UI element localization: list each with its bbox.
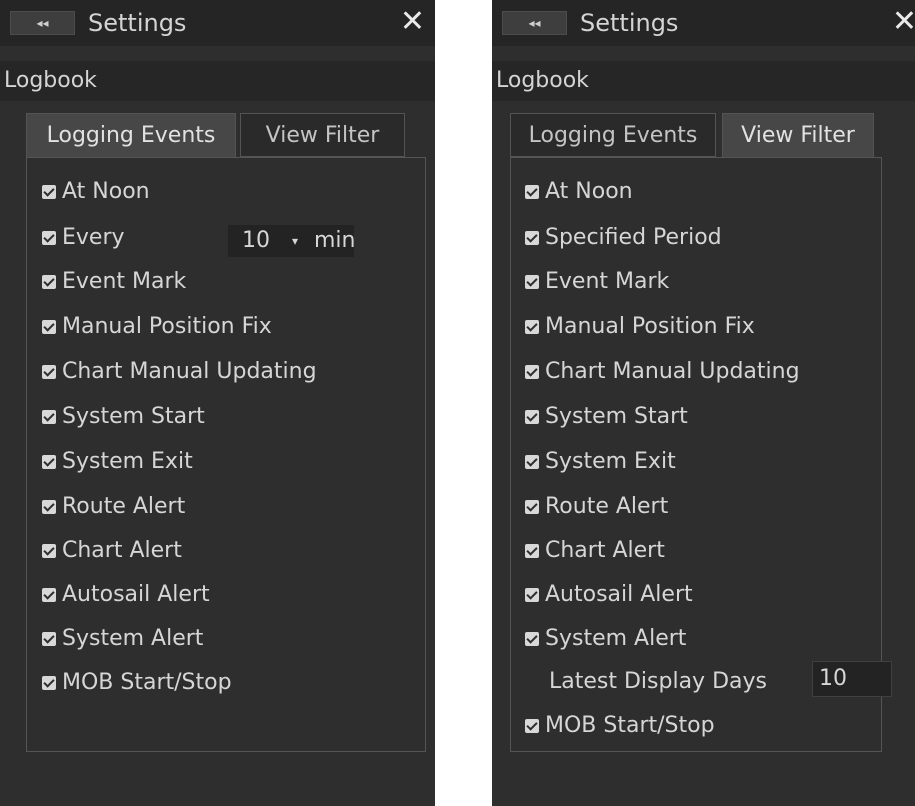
checkbox-row[interactable]: Event Mark <box>525 266 669 298</box>
checkbox-label: Autosail Alert <box>545 582 693 607</box>
collapse-button[interactable]: ◂◂ <box>10 11 75 35</box>
section-header: Logbook <box>0 61 435 101</box>
tab-view-filter[interactable]: View Filter <box>240 113 405 157</box>
section-header: Logbook <box>492 61 915 101</box>
interval-select[interactable]: 10 ▾ min <box>228 225 356 257</box>
checkbox-label: Route Alert <box>62 494 186 519</box>
checkbox-icon[interactable] <box>525 455 539 469</box>
checkbox-icon[interactable] <box>525 185 539 199</box>
settings-panel-logging-events: ◂◂ Settings ✕ Logbook Logging Events Vie… <box>0 0 435 806</box>
interval-unit: min <box>314 228 356 253</box>
checkbox-icon[interactable] <box>525 500 539 514</box>
checkbox-row[interactable]: System Exit <box>525 446 676 478</box>
checkbox-label: Specified Period <box>545 225 722 250</box>
checkbox-label: Chart Alert <box>62 538 182 563</box>
checkbox-row[interactable]: At Noon <box>525 176 633 208</box>
checkbox-label: At Noon <box>62 179 150 204</box>
checkbox-label: System Start <box>545 404 688 429</box>
checkbox-icon[interactable] <box>42 231 56 245</box>
close-icon[interactable]: ✕ <box>892 6 915 38</box>
checkbox-row[interactable]: MOB Start/Stop <box>525 710 715 742</box>
checkbox-label: Chart Manual Updating <box>545 359 800 384</box>
tab-logging-events[interactable]: Logging Events <box>26 113 236 157</box>
checkbox-icon[interactable] <box>42 185 56 199</box>
checkbox-row[interactable]: Autosail Alert <box>42 579 210 611</box>
checkbox-row[interactable]: Autosail Alert <box>525 579 693 611</box>
checkbox-icon[interactable] <box>525 632 539 646</box>
checkbox-label: Autosail Alert <box>62 582 210 607</box>
checkbox-icon[interactable] <box>42 320 56 334</box>
checkbox-label: System Exit <box>62 449 193 474</box>
checkbox-row[interactable]: Chart Alert <box>525 535 665 567</box>
latest-display-days-input[interactable]: 10 <box>812 661 892 697</box>
collapse-button[interactable]: ◂◂ <box>502 11 567 35</box>
checkbox-icon[interactable] <box>525 320 539 334</box>
checkbox-icon[interactable] <box>42 500 56 514</box>
checkbox-icon[interactable] <box>525 231 539 245</box>
panel-title: Settings <box>580 9 679 37</box>
checkbox-label: Event Mark <box>62 269 187 294</box>
tab-view-filter[interactable]: View Filter <box>722 113 874 157</box>
checkbox-row[interactable]: System Alert <box>525 623 686 655</box>
checkbox-label: System Exit <box>545 449 676 474</box>
checkbox-icon[interactable] <box>42 410 56 424</box>
checkbox-icon[interactable] <box>525 719 539 733</box>
checkbox-icon[interactable] <box>42 632 56 646</box>
checkbox-row[interactable]: At Noon <box>42 176 150 208</box>
checkbox-label: System Start <box>62 404 205 429</box>
checkbox-row[interactable]: System Start <box>42 401 205 433</box>
checkbox-label: Event Mark <box>545 269 670 294</box>
checkbox-icon[interactable] <box>42 455 56 469</box>
checkbox-label: At Noon <box>545 179 633 204</box>
checkbox-row[interactable]: Chart Alert <box>42 535 182 567</box>
checkbox-icon[interactable] <box>42 365 56 379</box>
checkbox-row[interactable]: Specified Period <box>525 222 722 254</box>
checkbox-row[interactable]: System Alert <box>42 623 203 655</box>
checkbox-row[interactable]: MOB Start/Stop <box>42 667 232 699</box>
checkbox-label: Chart Alert <box>545 538 665 563</box>
checkbox-label: Chart Manual Updating <box>62 359 317 384</box>
checkbox-label: Every <box>62 225 125 250</box>
chevron-down-icon[interactable]: ▾ <box>292 225 298 257</box>
checkbox-row[interactable]: Chart Manual Updating <box>525 356 800 388</box>
tab-logging-events[interactable]: Logging Events <box>510 113 716 157</box>
close-icon[interactable]: ✕ <box>400 6 425 38</box>
checkbox-row[interactable]: Manual Position Fix <box>525 311 755 343</box>
checkbox-label: MOB Start/Stop <box>545 713 715 738</box>
checkbox-row[interactable]: Route Alert <box>525 491 668 523</box>
checkbox-icon[interactable] <box>525 588 539 602</box>
checkbox-icon[interactable] <box>525 365 539 379</box>
checkbox-icon[interactable] <box>42 275 56 289</box>
checkbox-row[interactable]: Chart Manual Updating <box>42 356 317 388</box>
interval-value: 10 <box>242 228 270 253</box>
panel-title: Settings <box>88 9 187 37</box>
checkbox-row[interactable]: Manual Position Fix <box>42 311 272 343</box>
checkbox-icon[interactable] <box>525 410 539 424</box>
title-bar: ◂◂ Settings ✕ <box>492 0 915 46</box>
checkbox-label: System Alert <box>62 626 204 651</box>
checkbox-label: Manual Position Fix <box>62 314 272 339</box>
checkbox-icon[interactable] <box>42 588 56 602</box>
checkbox-row[interactable]: Event Mark <box>42 266 186 298</box>
checkbox-label: Route Alert <box>545 494 669 519</box>
checkbox-label: System Alert <box>545 626 687 651</box>
checkbox-row[interactable]: Route Alert <box>42 491 185 523</box>
checkbox-label: Manual Position Fix <box>545 314 755 339</box>
checkbox-row[interactable]: System Start <box>525 401 688 433</box>
checkbox-icon[interactable] <box>42 676 56 690</box>
checkbox-label: MOB Start/Stop <box>62 670 232 695</box>
checkbox-icon[interactable] <box>525 275 539 289</box>
checkbox-icon[interactable] <box>42 544 56 558</box>
checkbox-icon[interactable] <box>525 544 539 558</box>
checkbox-row[interactable]: System Exit <box>42 446 193 478</box>
title-bar: ◂◂ Settings ✕ <box>0 0 435 46</box>
latest-display-days-label: Latest Display Days <box>549 669 767 694</box>
checkbox-row[interactable]: Every <box>42 222 125 254</box>
